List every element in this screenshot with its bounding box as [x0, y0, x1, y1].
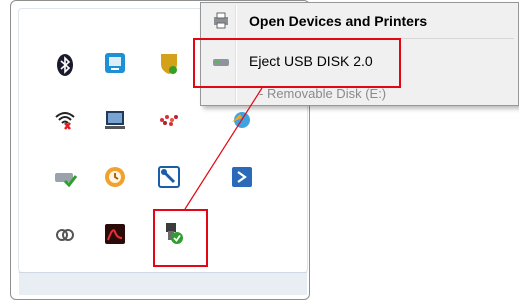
sync-icon[interactable]: [230, 108, 254, 132]
wifi-disconnected-icon[interactable]: [53, 108, 77, 132]
highlight-eject-item: [193, 38, 401, 88]
laptop-display-icon[interactable]: [103, 108, 127, 132]
network-share-icon[interactable]: [103, 51, 127, 75]
creative-cloud-icon[interactable]: [53, 222, 77, 246]
highlight-tray-icon: [153, 209, 208, 267]
removable-disk-info: - Removable Disk (E:): [259, 86, 387, 101]
menu-item-open-devices[interactable]: Open Devices and Printers: [203, 6, 516, 36]
pdf-reader-icon[interactable]: [103, 222, 127, 246]
colorful-dots-icon[interactable]: [157, 108, 181, 132]
menu-item-label: Open Devices and Printers: [249, 13, 428, 29]
bluetooth-icon[interactable]: [53, 53, 77, 77]
devices-printers-icon: [211, 11, 231, 31]
drive-check-icon[interactable]: [53, 165, 77, 189]
terminal-icon[interactable]: [230, 165, 254, 189]
security-shield-icon[interactable]: [157, 51, 181, 75]
tools-icon[interactable]: [157, 165, 181, 189]
backup-icon[interactable]: [103, 165, 127, 189]
